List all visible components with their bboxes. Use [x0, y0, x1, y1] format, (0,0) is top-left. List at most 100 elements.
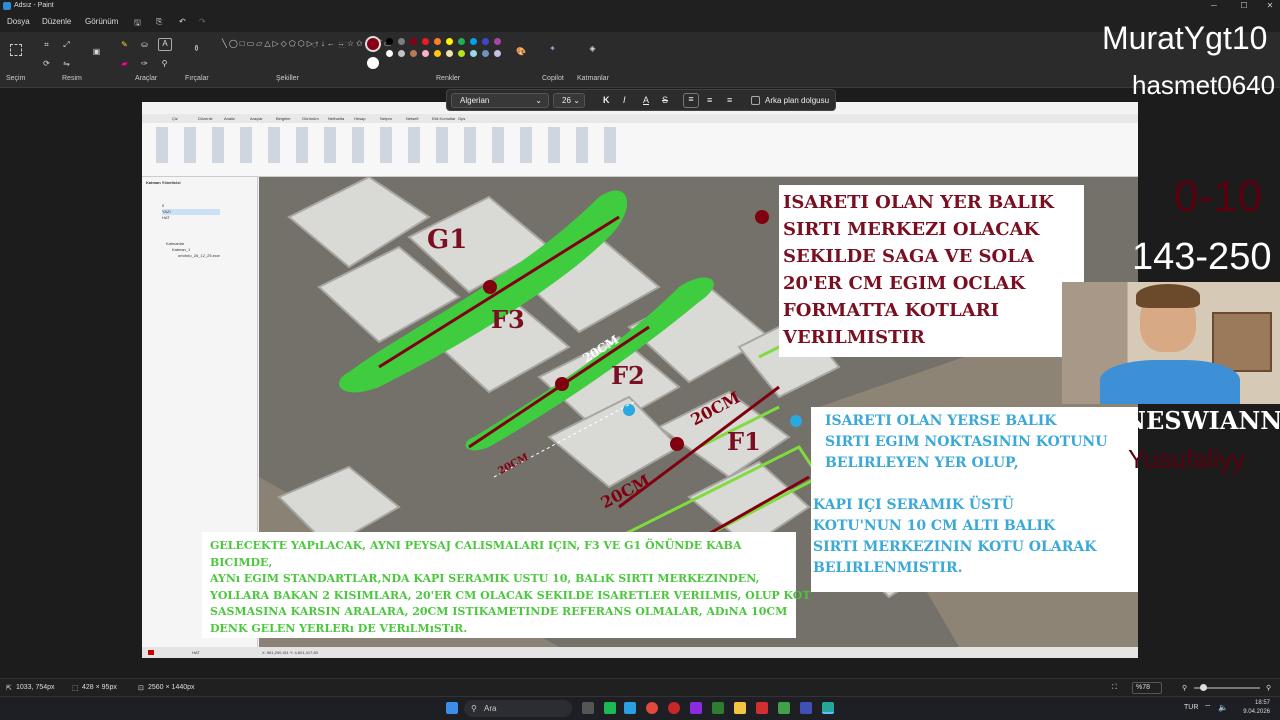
layer-hat[interactable]: HAT	[162, 215, 220, 221]
netcad-tab[interactable]: Netpro	[380, 116, 392, 121]
palette-swatch[interactable]	[482, 50, 489, 57]
netcad-tab[interactable]: Netharita	[328, 116, 344, 121]
layers-icon[interactable]: ◈	[588, 44, 597, 53]
language-indicator[interactable]: TUR	[1184, 704, 1198, 711]
align-left-icon[interactable]: ≡	[683, 93, 699, 108]
text-tool-icon[interactable]: A	[158, 38, 172, 51]
netcad-tab[interactable]: Analiz	[224, 116, 235, 121]
netcad-tab[interactable]: Görünüm	[302, 116, 319, 121]
palette-swatch[interactable]	[386, 38, 393, 45]
task-view-icon[interactable]	[582, 702, 594, 714]
opera-icon[interactable]	[668, 702, 680, 714]
image-select-icon[interactable]: ▣	[92, 47, 101, 56]
pasted-image[interactable]: PROJE.NCZ* - Netcad 8.5 OS for Windows Ç…	[142, 102, 1138, 658]
brush-icon[interactable]: ⚱	[192, 44, 201, 53]
browser-icon[interactable]	[646, 702, 658, 714]
palette-swatch[interactable]	[470, 38, 477, 45]
netcad-tab[interactable]: Belgeler	[276, 116, 291, 121]
color-picker-icon[interactable]: ✑	[140, 59, 149, 68]
selection-icon[interactable]	[10, 44, 22, 56]
palette-swatch[interactable]	[410, 38, 417, 45]
palette-swatch[interactable]	[398, 50, 405, 57]
app-icon-6[interactable]	[800, 702, 812, 714]
magnifier-icon[interactable]: ⚲	[160, 59, 169, 68]
palette-swatch[interactable]	[446, 38, 453, 45]
netcad-tab[interactable]: Gps	[458, 116, 465, 121]
copilot-icon[interactable]: ✦	[548, 44, 557, 53]
palette-swatch[interactable]	[446, 50, 453, 57]
color-palette[interactable]	[386, 38, 506, 72]
layer-ortofoto[interactable]: ortofoto_26_12_25.ecw	[178, 253, 220, 259]
clock-time[interactable]: 18:57	[1244, 700, 1270, 706]
explorer-icon[interactable]	[734, 702, 746, 714]
netcad-tab[interactable]: Çiz	[172, 116, 178, 121]
underline-button[interactable]: A	[643, 95, 649, 105]
size-dropdown[interactable]: 26 ⌄	[553, 93, 585, 108]
strikethrough-button[interactable]: S	[662, 95, 668, 105]
zoom-in-icon[interactable]: ⚲	[1266, 684, 1271, 692]
netcad-tab[interactable]: Hesap	[354, 116, 366, 121]
shapes-gallery[interactable]: ╲◯□▭▱△▷◇⬠⬡▷↑↓←→☆✩♡⌒▭	[222, 38, 391, 72]
align-center-icon[interactable]: ≡	[707, 95, 712, 105]
palette-swatch[interactable]	[434, 38, 441, 45]
app-icon-1[interactable]	[604, 702, 616, 714]
menu-file[interactable]: Dosya	[7, 17, 30, 26]
resize-icon[interactable]: ⤢	[62, 40, 71, 49]
align-right-icon[interactable]: ≡	[727, 95, 732, 105]
palette-swatch[interactable]	[398, 38, 405, 45]
zoom-dropdown[interactable]: %78	[1132, 682, 1162, 694]
secondary-color-swatch[interactable]	[367, 57, 379, 69]
start-icon[interactable]	[446, 702, 458, 714]
palette-swatch[interactable]	[434, 50, 441, 57]
background-fill-checkbox[interactable]	[751, 96, 760, 105]
outline-icon[interactable]: ◇	[310, 40, 319, 49]
font-dropdown[interactable]: Algerian ⌄	[451, 93, 549, 108]
fill-icon[interactable]: ⛀	[140, 40, 149, 49]
fit-icon[interactable]: ⛶	[1112, 684, 1117, 692]
minimize-button[interactable]: ─	[1204, 0, 1224, 12]
active-color-swatch[interactable]	[365, 36, 381, 52]
eraser-icon[interactable]: ▰	[120, 59, 129, 68]
rotate-icon[interactable]: ⟳	[42, 59, 51, 68]
undo-icon[interactable]: ↶	[179, 17, 186, 26]
app-icon-3[interactable]	[690, 702, 702, 714]
app-icon-2[interactable]	[624, 702, 636, 714]
search-box[interactable]: ⚲ Ara	[464, 700, 572, 717]
paint-taskbar-icon[interactable]	[822, 702, 834, 714]
palette-swatch[interactable]	[422, 38, 429, 45]
bold-button[interactable]: K	[603, 95, 610, 105]
palette-swatch[interactable]	[386, 50, 393, 57]
app-icon-4[interactable]	[712, 702, 724, 714]
app-icon-5[interactable]	[778, 702, 790, 714]
maximize-button[interactable]: ☐	[1234, 0, 1254, 12]
menu-edit[interactable]: Düzenle	[42, 17, 71, 26]
netcad-tab[interactable]: Ekli Komutlar	[432, 116, 456, 121]
palette-swatch[interactable]	[458, 38, 465, 45]
palette-swatch[interactable]	[410, 50, 417, 57]
redo-icon[interactable]: ↷	[199, 17, 206, 26]
netcad-tab[interactable]: Düzenle	[198, 116, 213, 121]
close-button[interactable]: ✕	[1260, 0, 1280, 12]
palette-swatch[interactable]	[494, 50, 501, 57]
volume-icon[interactable]: 🔈	[1218, 703, 1228, 712]
shape-fill-icon[interactable]: ⬚	[338, 40, 347, 49]
wifi-icon[interactable]: ⌔	[1204, 703, 1212, 713]
palette-swatch[interactable]	[470, 50, 477, 57]
menu-view[interactable]: Görünüm	[85, 17, 118, 26]
zoom-slider-thumb[interactable]	[1200, 684, 1207, 691]
pencil-icon[interactable]: ✎	[120, 40, 129, 49]
palette-swatch[interactable]	[494, 38, 501, 45]
flip-icon[interactable]: ⇋	[62, 59, 71, 68]
share-icon[interactable]: ⎘	[156, 17, 162, 27]
crop-icon[interactable]: ⌗	[42, 40, 51, 49]
autocad-icon[interactable]	[756, 702, 768, 714]
save-icon[interactable]: 🖫	[134, 17, 141, 31]
zoom-out-icon[interactable]: ⚲	[1182, 684, 1187, 692]
clock-date[interactable]: 9.04.2026	[1240, 709, 1270, 715]
edit-colors-icon[interactable]: 🎨	[516, 47, 526, 56]
palette-swatch[interactable]	[422, 50, 429, 57]
netcad-tab[interactable]: Netself	[406, 116, 418, 121]
italic-button[interactable]: I	[623, 95, 626, 105]
netcad-tab[interactable]: Araçlar	[250, 116, 263, 121]
palette-swatch[interactable]	[458, 50, 465, 57]
